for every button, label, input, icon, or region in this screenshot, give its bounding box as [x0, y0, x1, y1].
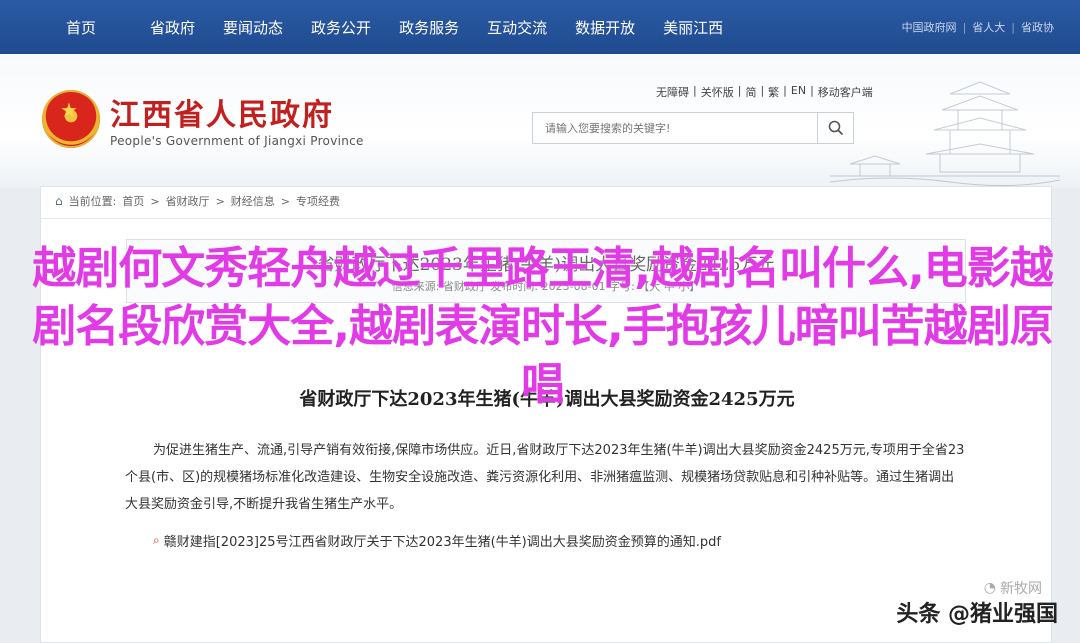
link-traditional[interactable]: 繁 [768, 84, 779, 100]
link-provincial-cppcc[interactable]: 省政协 [1021, 19, 1054, 35]
separator: | [693, 84, 697, 97]
search-box [532, 112, 854, 144]
breadcrumb-item-home[interactable]: 首页 [122, 193, 144, 209]
link-care-mode[interactable]: 关怀版 [701, 84, 734, 100]
breadcrumb-separator: > [280, 194, 290, 208]
national-emblem-icon: ★ [42, 90, 100, 148]
attachment-label[interactable]: 赣财建指[2023]25号江西省财政厅关于下达2023年生猪(牛羊)调出大县奖励… [164, 531, 721, 550]
nav-item-beautiful-jiangxi[interactable]: 美丽江西 [649, 0, 737, 54]
nav-item-gov-services[interactable]: 政务服务 [385, 0, 473, 54]
link-accessibility[interactable]: 无障碍 [656, 84, 689, 100]
link-provincial-congress[interactable]: 省人大 [972, 19, 1005, 35]
breadcrumb-item-finance-dept[interactable]: 省财政厅 [166, 193, 210, 209]
star-icon: ★ [60, 98, 78, 122]
nav-item-open-data[interactable]: 数据开放 [561, 0, 649, 54]
top-navigation: 首页 省政府 要闻动态 政务公开 政务服务 互动交流 数据开放 美丽江西 中国政… [0, 0, 1080, 54]
breadcrumb-separator: > [215, 194, 225, 208]
separator: | [1011, 20, 1015, 34]
location-home-icon: ⌂ [55, 194, 63, 208]
site-title[interactable]: 江西省人民政府 [110, 90, 334, 134]
search-input[interactable] [533, 113, 817, 143]
nav-item-home[interactable]: 首页 [26, 0, 136, 54]
breadcrumb-separator: > [150, 194, 160, 208]
article-body: 为促进生猪生产、流通,引导产销有效衔接,保障市场供应。近日,省财政厅下达2023… [125, 443, 965, 512]
breadcrumb-item-special-funds[interactable]: 专项经费 [296, 193, 340, 209]
nav-menu: 首页 省政府 要闻动态 政务公开 政务服务 互动交流 数据开放 美丽江西 [0, 0, 737, 54]
nav-item-province-gov[interactable]: 省政府 [136, 0, 209, 54]
link-simplified[interactable]: 简 [745, 84, 756, 100]
link-china-gov[interactable]: 中国政府网 [902, 19, 957, 35]
pdf-icon: ⌕ [153, 533, 160, 547]
separator: | [783, 84, 787, 97]
wechat-icon: ◔ [983, 580, 996, 596]
breadcrumb-label: 当前位置: [68, 195, 117, 208]
separator: | [760, 84, 765, 97]
attachment-link[interactable]: ⌕ 赣财建指[2023]25号江西省财政厅关于下达2023年生猪(牛羊)调出大县… [153, 531, 721, 550]
pavilion-skyline-decoration [830, 81, 1060, 187]
link-english[interactable]: EN [791, 84, 806, 100]
separator: | [810, 84, 814, 97]
separator: | [737, 84, 742, 97]
nav-item-interaction[interactable]: 互动交流 [473, 0, 561, 54]
separator: | [962, 20, 967, 34]
top-right-links: 中国政府网 | 省人大 | 省政协 [902, 0, 1054, 54]
site-subtitle: People's Government of Jiangxi Province [110, 134, 364, 148]
nav-item-gov-affairs-open[interactable]: 政务公开 [297, 0, 385, 54]
watermark-secondary: ◔ 新牧网 [984, 578, 1042, 598]
breadcrumb-item-finance-info[interactable]: 财经信息 [231, 193, 275, 209]
overlay-caption: 越剧何文秀轻舟越过千里路王清,越剧名叫什么,电影越剧名段欣赏大全,越剧表演时长,… [32, 243, 1053, 410]
divider [41, 218, 1051, 219]
site-header: ★ 江西省人民政府 People's Government of Jiangxi… [0, 54, 1080, 188]
breadcrumb: ⌂ 当前位置: 首页 > 省财政厅 > 财经信息 > 专项经费 [55, 193, 340, 209]
watermark-secondary-text: 新牧网 [1000, 581, 1042, 597]
watermark-main: 头条 @猪业强国 [896, 602, 1058, 627]
nav-item-news[interactable]: 要闻动态 [209, 0, 297, 54]
